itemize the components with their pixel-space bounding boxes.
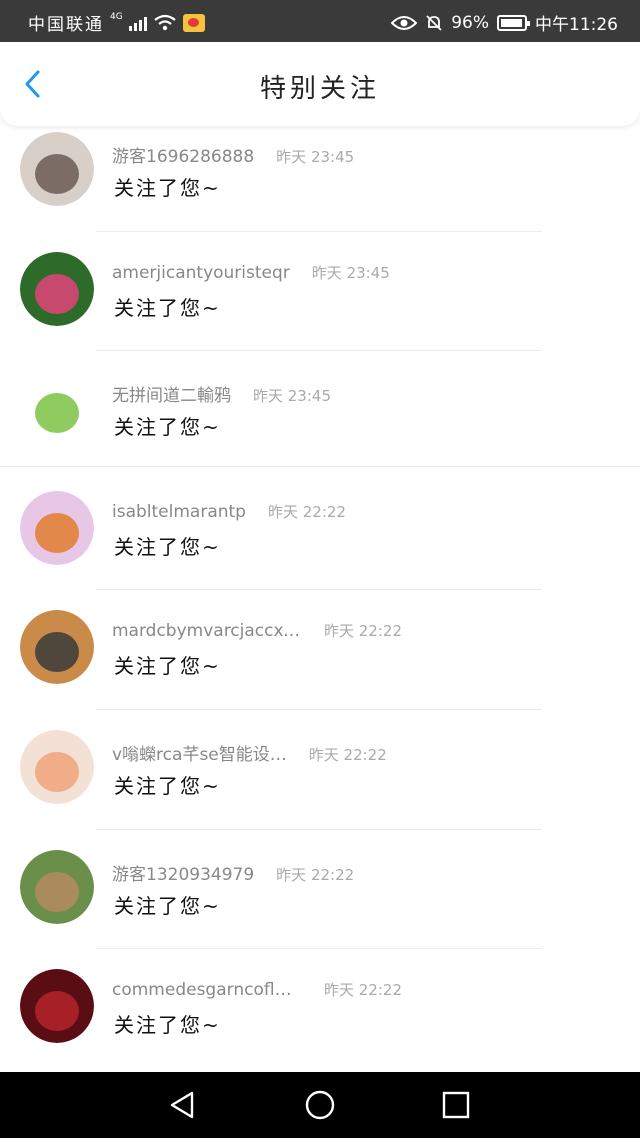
network-type-label: 4G [110,11,123,22]
username[interactable]: isabltelmarantp [112,502,246,522]
avatar-figure [35,991,79,1032]
message-text: 关注了您~ [114,415,221,440]
message-text: 关注了您~ [114,176,221,200]
username[interactable]: commedesgarncoflnse [112,980,302,1000]
app-header: 特别关注 [0,42,640,126]
username[interactable]: amerjicantyouristeqr [112,263,290,283]
bell-muted-icon [426,14,442,31]
avatar-figure [35,871,79,912]
avatar-figure [35,632,79,673]
nav-back-button[interactable] [166,1089,198,1121]
signal-icon [128,15,147,31]
timestamp: 昨天 22:22 [276,865,355,884]
battery-percent-label: 96% [451,12,489,33]
circle-home-icon [305,1090,335,1120]
timestamp: 昨天 23:45 [253,387,331,406]
timestamp: 昨天 22:22 [308,745,387,764]
status-bar: 中国联通 4G 96% 中午11:26 [0,0,640,42]
avatar[interactable] [20,969,94,1044]
avatar-figure [35,751,79,792]
timestamp: 昨天 23:45 [276,148,355,166]
carrier-label: 中国联通 [28,15,104,35]
weibo-notification-icon [182,13,205,32]
eye-comfort-icon [391,15,418,30]
nav-recents-button[interactable] [440,1089,472,1121]
section-divider [0,466,640,467]
avatar-figure [35,393,79,434]
clock-label: 中午11:26 [535,15,618,35]
nav-home-button[interactable] [304,1089,336,1121]
avatar-figure [35,154,79,194]
avatar[interactable] [20,371,94,446]
username[interactable]: 游客1320934979 [112,860,254,885]
square-recents-icon [442,1091,470,1119]
username[interactable]: mardcbymvarcjaccxobs [112,621,302,641]
notification-list: 游客1696286888 昨天 23:45 关注了您~ amerjicantyo… [0,112,640,1069]
avatar[interactable] [20,251,94,326]
timestamp: 昨天 22:22 [267,502,346,521]
message-text: 关注了您~ [114,295,221,320]
avatar[interactable] [20,132,94,206]
username[interactable]: 游客1696286888 [112,142,254,167]
list-item[interactable]: mardcbymvarcjaccxobs 昨天 22:22 关注了您~ [0,590,640,710]
battery-icon [497,14,530,31]
timestamp: 昨天 23:45 [311,263,390,282]
message-text: 关注了您~ [114,534,221,559]
system-nav-bar [0,1072,640,1138]
avatar[interactable] [20,729,94,804]
list-item[interactable]: commedesgarncoflnse 昨天 22:22 关注了您~ [0,949,640,1069]
list-item[interactable]: isabltelmarantp 昨天 22:22 关注了您~ [0,471,640,591]
avatar[interactable] [20,490,94,565]
message-text: 关注了您~ [114,1013,221,1038]
list-item[interactable]: 游客1696286888 昨天 23:45 关注了您~ [0,112,640,232]
page-title: 特别关注 [259,74,380,104]
list-item[interactable]: 无拼间道二輸鸦 昨天 23:45 关注了您~ [0,351,640,471]
list-item[interactable]: amerjicantyouristeqr 昨天 23:45 关注了您~ [0,232,640,352]
avatar[interactable] [20,849,94,924]
battery-level-fill [501,18,523,27]
username[interactable]: 无拼间道二輸鸦 [112,381,231,406]
list-item[interactable]: 游客1320934979 昨天 22:22 关注了您~ [0,830,640,950]
wifi-icon [154,14,176,30]
message-text: 关注了您~ [114,773,221,798]
avatar-figure [35,512,79,553]
avatar-figure [35,273,79,314]
list-item[interactable]: v嗡蠑rca芊se智能设… 昨天 22:22 关注了您~ [0,710,640,830]
message-text: 关注了您~ [114,893,221,918]
triangle-back-icon [170,1091,194,1119]
username[interactable]: v嗡蠑rca芊se智能设… [112,740,287,765]
timestamp: 昨天 22:22 [324,622,402,641]
message-text: 关注了您~ [114,654,221,679]
avatar[interactable] [20,610,94,685]
timestamp: 昨天 22:22 [324,981,402,1000]
